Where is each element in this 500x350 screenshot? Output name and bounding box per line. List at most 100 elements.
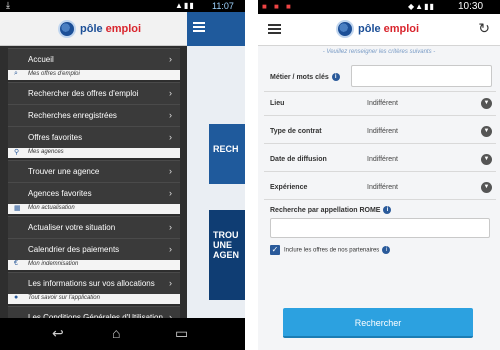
chevron-right-icon: › — [169, 88, 172, 98]
contrat-value: Indifférent — [367, 128, 399, 135]
rome-label: Recherche par appellation ROME i — [270, 206, 392, 214]
menu-item-rechercher-offres[interactable]: Rechercher des offres d'emploi › — [8, 82, 180, 104]
menu-item-label: Accueil — [28, 55, 54, 64]
section-label: Tout savoir sur l'application — [28, 295, 100, 301]
chevron-right-icon: › — [169, 278, 172, 288]
diffusion-value: Indifférent — [367, 156, 399, 163]
pole-emploi-logo: pôle emploi — [336, 20, 419, 38]
home-icon[interactable]: ⌂ — [112, 325, 120, 341]
lieu-row[interactable]: Lieu Indifférent ▼ — [264, 92, 496, 116]
experience-label: Expérience — [270, 184, 308, 191]
diffusion-label: Date de diffusion — [270, 156, 327, 163]
logo-mark-icon — [58, 20, 76, 38]
chevron-down-icon[interactable]: ▼ — [481, 126, 492, 137]
drawer-header: pôle emploi — [0, 12, 187, 46]
menu-item-label: Offres favorites — [28, 133, 83, 142]
section-mes-agences: ⚲ Mes agences — [8, 148, 180, 158]
agency-banner[interactable]: TROU UNE AGEN — [209, 210, 245, 300]
banner-line: UNE — [213, 240, 233, 250]
chevron-down-icon[interactable]: ▼ — [481, 98, 492, 109]
experience-row[interactable]: Expérience Indifférent ▼ — [264, 176, 496, 200]
recent-apps-icon[interactable]: ▭ — [175, 325, 188, 342]
status-bar: ■ ■ ■ ◆▲▮▮ 10:30 — [258, 0, 500, 14]
notification-icon: ■ — [274, 2, 279, 11]
section-mes-offres: ⌕ Mes offres d'emploi — [8, 70, 180, 80]
lieu-label: Lieu — [270, 100, 285, 107]
banner-line: AGEN — [213, 250, 240, 260]
menu-item-offres-favorites[interactable]: Offres favorites › — [8, 126, 180, 148]
hamburger-menu-icon[interactable] — [268, 24, 281, 36]
left-phone-screen: ⤓ ▲▮▮ 11:07 pôle emploi Accueil › ⌕ Mes … — [0, 0, 245, 350]
search-form: - Veuillez renseigner les critères suiva… — [258, 46, 500, 350]
menu-item-label: Agences favorites — [28, 189, 92, 198]
status-time: 10:30 — [458, 1, 484, 12]
brand-part1: pôle — [80, 23, 103, 35]
search-banner[interactable]: RECH — [209, 124, 245, 184]
notification-icon: ■ — [286, 2, 291, 11]
metier-input[interactable] — [351, 65, 492, 87]
navigation-drawer: Accueil › ⌕ Mes offres d'emploi Recherch… — [0, 46, 187, 328]
menu-item-accueil[interactable]: Accueil › — [8, 48, 180, 70]
menu-item-agences-favorites[interactable]: Agences favorites › — [8, 182, 180, 204]
rome-input[interactable] — [270, 218, 490, 238]
menu-item-trouver-agence[interactable]: Trouver une agence › — [8, 160, 180, 182]
section-mon-actualisation: ▦ Mon actualisation — [8, 204, 180, 214]
menu-item-informations-allocations[interactable]: Les informations sur vos allocations › — [8, 272, 180, 294]
calendar-icon: ▦ — [14, 205, 21, 212]
diffusion-row[interactable]: Date de diffusion Indifférent ▼ — [264, 148, 496, 172]
chevron-right-icon: › — [169, 110, 172, 120]
search-button[interactable]: Rechercher — [283, 308, 473, 338]
info-icon[interactable]: i — [382, 246, 391, 254]
app-bar: pôle emploi ↻ — [258, 14, 500, 46]
metier-label: Métier / mots clés i — [270, 73, 340, 81]
android-nav-bar: ↩ ⌂ ▭ — [0, 318, 245, 350]
signal-icon: ◆▲▮▮ — [408, 2, 435, 11]
chevron-right-icon: › — [169, 166, 172, 176]
chevron-right-icon: › — [169, 244, 172, 254]
banner-line: TROU — [213, 230, 239, 240]
partners-checkbox-label: Inclure les offres de nos partenaires i — [284, 246, 391, 254]
menu-item-recherches-enregistrees[interactable]: Recherches enregistrées › — [8, 104, 180, 126]
menu-item-label: Calendrier des paiements — [28, 245, 120, 254]
chevron-right-icon: › — [169, 132, 172, 142]
status-time: 11:07 — [212, 1, 234, 11]
menu-item-calendrier-paiements[interactable]: Calendrier des paiements › — [8, 238, 180, 260]
download-icon: ⤓ — [6, 0, 10, 10]
logo-mark-icon — [336, 20, 354, 38]
form-hint: - Veuillez renseigner les critères suiva… — [322, 49, 436, 55]
main-content-peek: RECH TROU UNE AGEN — [187, 12, 245, 318]
menu-item-label: Rechercher des offres d'emploi — [28, 89, 139, 98]
chevron-right-icon: › — [169, 54, 172, 64]
back-icon[interactable]: ↩ — [52, 325, 64, 342]
chevron-right-icon: › — [169, 188, 172, 198]
hamburger-menu-icon[interactable] — [193, 22, 205, 34]
menu-item-label: Les informations sur vos allocations — [28, 279, 155, 288]
experience-value: Indifférent — [367, 184, 399, 191]
partners-label-text: Inclure les offres de nos partenaires — [284, 247, 380, 254]
metier-label-text: Métier / mots clés — [270, 73, 329, 81]
section-label: Mon actualisation — [28, 205, 75, 211]
contrat-label: Type de contrat — [270, 128, 322, 135]
chevron-down-icon[interactable]: ▼ — [481, 182, 492, 193]
section-mon-indemnisation: € Mon indemnisation — [8, 260, 180, 270]
brand-part2: emploi — [383, 23, 420, 35]
euro-icon: € — [14, 260, 18, 267]
partners-checkbox[interactable]: ✓ — [270, 245, 280, 255]
brand-part2: emploi — [105, 23, 142, 35]
section-label: Mes offres d'emploi — [28, 71, 80, 77]
right-phone-screen: ■ ■ ■ ◆▲▮▮ 10:30 pôle emploi ↻ - Veuille… — [258, 0, 500, 350]
info-icon[interactable]: i — [331, 73, 340, 81]
app-bar — [187, 12, 245, 46]
menu-item-label: Actualiser votre situation — [28, 223, 116, 232]
section-label: Mon indemnisation — [28, 261, 79, 267]
refresh-icon[interactable]: ↻ — [478, 20, 490, 37]
chevron-down-icon[interactable]: ▼ — [481, 154, 492, 165]
chevron-right-icon: › — [169, 222, 172, 232]
notification-icon: ■ — [262, 2, 267, 11]
menu-item-actualiser-situation[interactable]: Actualiser votre situation › — [8, 216, 180, 238]
info-icon: ● — [14, 294, 19, 301]
section-label: Mes agences — [28, 149, 64, 155]
contrat-row[interactable]: Type de contrat Indifférent ▼ — [264, 120, 496, 144]
info-icon[interactable]: i — [383, 206, 392, 214]
pin-icon: ⚲ — [14, 149, 20, 156]
